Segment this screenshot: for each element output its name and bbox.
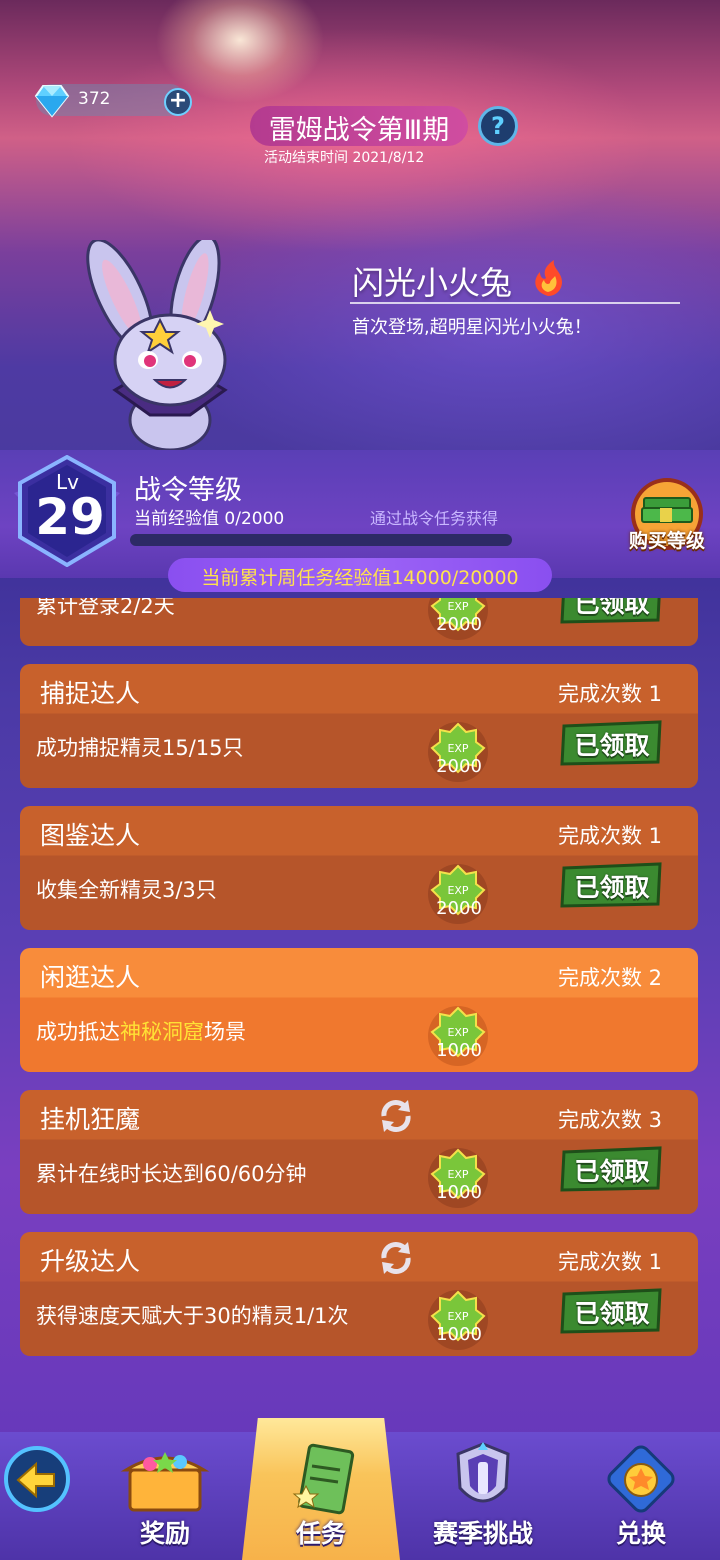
task-desc: 累计在线时长达到60/60分钟 bbox=[36, 1162, 307, 1186]
task-exp-value: 2000 bbox=[436, 614, 482, 635]
event-end-time: 活动结束时间 2021/8/12 bbox=[264, 150, 425, 166]
featured-pet-name: 闪光小火兔 bbox=[352, 264, 513, 302]
claimed-label: 已领取 bbox=[574, 598, 650, 618]
task-desc-suffix: 场景 bbox=[204, 1020, 246, 1044]
nav-season[interactable]: 赛季挑战 bbox=[408, 1440, 558, 1560]
task-exp-value: 1000 bbox=[436, 1040, 482, 1061]
nav-exchange[interactable]: 兑换 bbox=[566, 1440, 716, 1560]
task-title: 升级达人 bbox=[40, 1247, 141, 1276]
nav-exchange-label: 兑换 bbox=[615, 1519, 666, 1548]
task-card: 捕捉达人 完成次数 1 成功捕捉精灵15/15只 EXP 2000 已领取 bbox=[20, 664, 698, 788]
svg-text:EXP: EXP bbox=[447, 1310, 468, 1323]
nav-task[interactable]: 任务 bbox=[246, 1440, 396, 1560]
back-arrow-icon bbox=[16, 1461, 55, 1499]
level-title: 战令等级 bbox=[134, 475, 242, 506]
divider bbox=[350, 302, 680, 304]
task-title: 挂机狂魔 bbox=[40, 1105, 141, 1134]
claimed-label: 已领取 bbox=[574, 731, 650, 760]
current-exp: 当前经验值 0/2000 bbox=[134, 509, 285, 529]
back-button[interactable] bbox=[4, 1446, 70, 1512]
event-title: 雷姆战令第Ⅲ期 bbox=[268, 115, 450, 146]
treasure-chest-icon bbox=[120, 1452, 210, 1512]
claimed-label: 已领取 bbox=[574, 873, 650, 902]
nav-season-label: 赛季挑战 bbox=[432, 1519, 533, 1548]
task-card: 升级达人 完成次数 1 获得速度天赋大于30的精灵1/1次 EXP 1000 已… bbox=[20, 1232, 698, 1356]
svg-text:EXP: EXP bbox=[447, 1168, 468, 1181]
add-gems-button[interactable]: + bbox=[164, 88, 192, 116]
task-complete-count: 完成次数 1 bbox=[557, 682, 662, 706]
shield-trophy-icon bbox=[456, 1442, 510, 1503]
fire-icon bbox=[535, 260, 562, 296]
task-card: 累计登录2/2天 EXP 2000 已领取 bbox=[20, 598, 698, 646]
task-desc: 累计登录2/2天 bbox=[36, 598, 175, 618]
task-card: 图鉴达人 完成次数 1 收集全新精灵3/3只 EXP 2000 已领取 bbox=[20, 806, 698, 930]
nav-reward[interactable]: 奖励 bbox=[90, 1440, 240, 1560]
refresh-icon[interactable] bbox=[376, 1238, 416, 1278]
level-value: 29 bbox=[35, 488, 105, 546]
buy-level-button[interactable]: 购买等级 bbox=[620, 526, 714, 553]
task-exp-value: 1000 bbox=[436, 1182, 482, 1203]
task-list-icon bbox=[292, 1443, 355, 1515]
exchange-badge-icon bbox=[607, 1445, 675, 1513]
exp-progress-bar bbox=[130, 534, 512, 546]
refresh-icon[interactable] bbox=[376, 1096, 416, 1136]
task-exp-value: 2000 bbox=[436, 756, 482, 777]
weekly-exp-text: 当前累计周任务经验值14000/20000 bbox=[201, 567, 519, 589]
task-complete-count: 完成次数 1 bbox=[557, 1250, 662, 1274]
claimed-label: 已领取 bbox=[574, 1299, 650, 1328]
task-card-active[interactable]: 闲逛达人 完成次数 2 成功抵达神秘洞窟场景 EXP 1000 bbox=[20, 948, 698, 1072]
claimed-label: 已领取 bbox=[574, 1157, 650, 1186]
task-title: 闲逛达人 bbox=[40, 963, 141, 992]
svg-text:EXP: EXP bbox=[447, 742, 468, 755]
task-title: 图鉴达人 bbox=[40, 821, 141, 850]
diamond-icon bbox=[34, 85, 70, 118]
task-exp-value: 1000 bbox=[436, 1324, 482, 1345]
task-desc: 收集全新精灵3/3只 bbox=[36, 878, 217, 902]
task-desc-location: 神秘洞窟 bbox=[120, 1020, 204, 1044]
task-complete-count: 完成次数 1 bbox=[557, 824, 662, 848]
nav-reward-label: 奖励 bbox=[139, 1519, 190, 1548]
task-title: 捕捉达人 bbox=[40, 679, 141, 708]
task-complete-count: 完成次数 3 bbox=[557, 1108, 662, 1132]
task-desc: 获得速度天赋大于30的精灵1/1次 bbox=[36, 1304, 349, 1328]
task-exp-value: 2000 bbox=[436, 898, 482, 919]
svg-text:EXP: EXP bbox=[447, 600, 468, 613]
task-complete-count: 完成次数 2 bbox=[557, 966, 662, 990]
task-card: 挂机狂魔 完成次数 3 累计在线时长达到60/60分钟 EXP 1000 已领取 bbox=[20, 1090, 698, 1214]
task-list[interactable]: 累计登录2/2天 EXP 2000 已领取 捕捉达人 完成次数 1 成功捕捉精灵… bbox=[0, 598, 720, 1378]
svg-text:EXP: EXP bbox=[447, 1026, 468, 1039]
help-button[interactable]: ? bbox=[478, 106, 518, 146]
nav-task-label: 任务 bbox=[295, 1519, 346, 1548]
gem-count: 372 bbox=[78, 89, 111, 109]
exp-hint: 通过战令任务获得 bbox=[370, 509, 499, 528]
task-desc: 成功捕捉精灵15/15只 bbox=[36, 736, 244, 760]
featured-pet-desc: 首次登场,超明星闪光小火兔！ bbox=[352, 317, 592, 338]
svg-text:EXP: EXP bbox=[447, 884, 468, 897]
flash-fire-rabbit-image bbox=[86, 240, 228, 450]
task-desc-prefix: 成功抵达 bbox=[36, 1020, 120, 1044]
task-desc: 成功抵达神秘洞窟场景 bbox=[36, 1016, 246, 1046]
